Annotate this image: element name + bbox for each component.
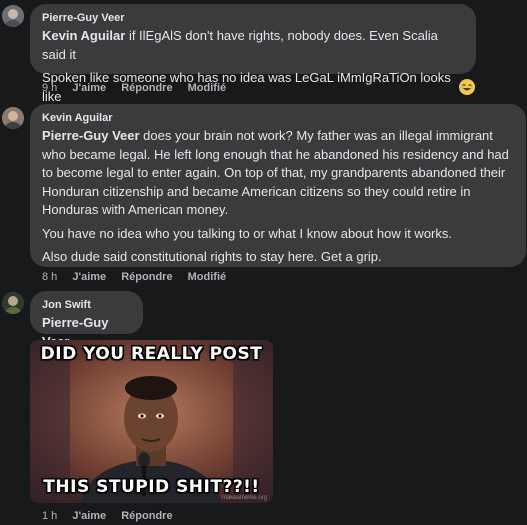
comment-bubble: Pierre-Guy Veer Kevin Aguilar if IlEgAlS… (30, 4, 476, 104)
user-avatar-icon (2, 292, 24, 314)
avatar[interactable] (2, 107, 24, 129)
comment-text: You have no idea who you talking to or w… (42, 225, 452, 241)
edited-label[interactable]: Modifié (188, 82, 227, 94)
comment-actions: 1 h J'aime Répondre (42, 510, 185, 522)
comment-text: Also dude said constitutional rights to … (42, 249, 382, 264)
laughing-emoji-icon[interactable] (459, 79, 475, 95)
avatar[interactable] (2, 292, 24, 314)
mention-link[interactable]: Kevin Aguilar (42, 28, 125, 43)
comment-actions: 8 h J'aime Répondre Modifié (42, 271, 238, 283)
avatar[interactable] (2, 5, 24, 27)
comment-text: Kevin Aguilar if IlEgAlS don't have righ… (42, 28, 438, 62)
comment-author[interactable]: Pierre-Guy Veer (42, 11, 465, 25)
like-button[interactable]: J'aime (72, 271, 106, 283)
reply-button[interactable]: Répondre (121, 510, 172, 522)
comment-actions: 9 h J'aime Répondre Modifié (42, 82, 238, 94)
timestamp[interactable]: 9 h (42, 82, 57, 94)
timestamp[interactable]: 1 h (42, 510, 57, 522)
meme-image[interactable]: DID YOU REALLY POST THIS STUPID SHIT??!!… (30, 340, 273, 503)
meme-top-caption: DID YOU REALLY POST (40, 344, 263, 364)
timestamp[interactable]: 8 h (42, 271, 57, 283)
comment-author[interactable]: Kevin Aguilar (42, 111, 515, 125)
user-avatar-icon (2, 107, 24, 129)
comment-bubble: Kevin Aguilar Pierre-Guy Veer does your … (30, 104, 526, 267)
like-button[interactable]: J'aime (72, 510, 106, 522)
user-avatar-icon (2, 5, 24, 27)
meme-bottom-caption: THIS STUPID SHIT??!! (43, 477, 260, 497)
mention-link[interactable]: Pierre-Guy Veer (42, 128, 140, 143)
comment-author[interactable]: Jon Swift (42, 298, 132, 312)
comment-bubble: Jon Swift Pierre-Guy Veer (30, 291, 143, 349)
like-button[interactable]: J'aime (72, 82, 106, 94)
reply-button[interactable]: Répondre (121, 271, 172, 283)
comment-text: Pierre-Guy Veer does your brain not work… (42, 128, 509, 217)
reply-button[interactable]: Répondre (121, 82, 172, 94)
edited-label[interactable]: Modifié (188, 271, 227, 283)
meme-watermark: makeameme.org (221, 495, 267, 501)
